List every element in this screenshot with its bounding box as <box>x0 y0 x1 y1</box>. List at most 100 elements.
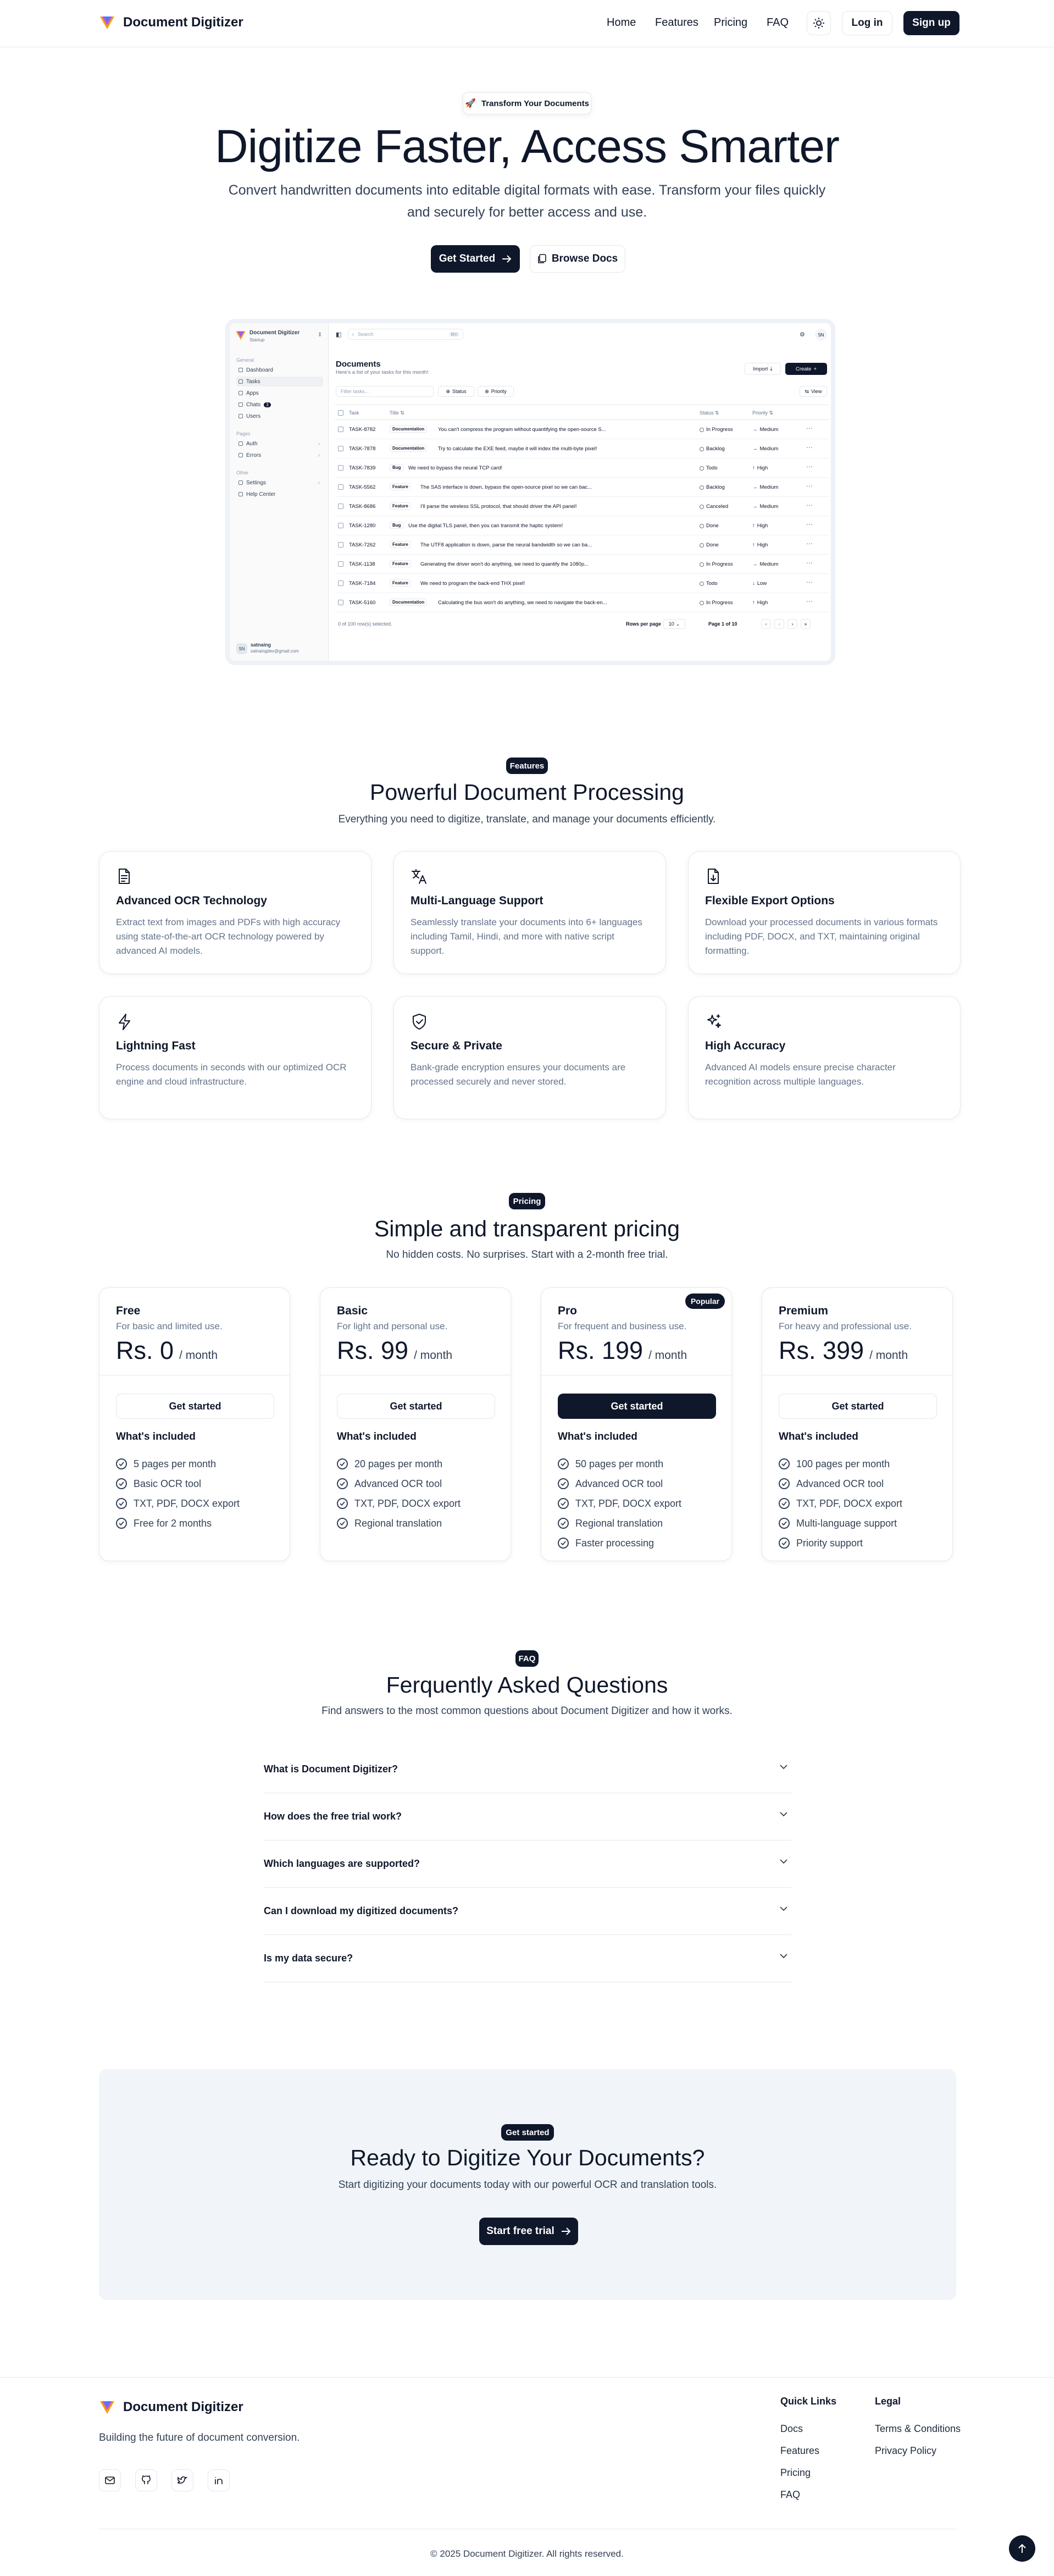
sidebar-item-errors[interactable]: Errors › <box>236 450 323 460</box>
column-task[interactable]: Task <box>349 410 359 416</box>
logo-icon <box>100 2401 114 2414</box>
user-avatar[interactable]: SN <box>236 643 247 654</box>
status-filter-button[interactable]: ⊕ Status <box>438 386 474 397</box>
next-page-button[interactable]: › <box>787 619 797 629</box>
theme-toggle-button[interactable] <box>807 11 831 35</box>
priority-filter-button[interactable]: ⊕ Priority <box>478 386 514 397</box>
sidebar-item-help-center[interactable]: Help Center <box>236 489 323 499</box>
signup-button[interactable]: Sign up <box>903 11 959 35</box>
column-status[interactable]: Status ⇅ <box>700 410 719 416</box>
table-row[interactable]: TASK-5562 Feature The SAS interface is dow… <box>335 478 829 497</box>
sidebar-item-users[interactable]: Users <box>236 411 323 421</box>
sidebar-item-auth[interactable]: Auth › <box>236 439 323 449</box>
import-button[interactable]: Import ⤓ <box>745 363 781 375</box>
row-actions-icon[interactable]: ⋯ <box>806 424 813 432</box>
table-row[interactable]: TASK-7262 Feature The UTF8 application is … <box>335 535 829 555</box>
row-actions-icon[interactable]: ⋯ <box>806 501 813 509</box>
github-icon[interactable] <box>135 2469 157 2491</box>
cta-badge: Get started <box>501 2124 554 2141</box>
footer-link-features[interactable]: Features <box>780 2445 819 2457</box>
login-button[interactable]: Log in <box>842 11 892 35</box>
footer-brand[interactable]: Document Digitizer <box>99 2399 243 2415</box>
faq-item[interactable]: Is my data secure? <box>264 1935 791 1982</box>
rows-per-page-select[interactable]: 10 ⌄ <box>663 619 685 629</box>
faq-item[interactable]: Can I download my digitized documents? <box>264 1888 791 1935</box>
row-actions-icon[interactable]: ⋯ <box>806 444 813 451</box>
column-title[interactable]: Title ⇅ <box>390 410 404 416</box>
row-checkbox[interactable] <box>338 542 343 548</box>
row-checkbox[interactable] <box>338 465 343 471</box>
first-page-button[interactable]: « <box>761 619 771 629</box>
start-free-trial-button[interactable]: Start free trial <box>479 2218 578 2245</box>
footer-link-terms[interactable]: Terms & Conditions <box>875 2423 961 2435</box>
sidebar-item-apps[interactable]: Apps <box>236 388 323 398</box>
preview-avatar[interactable]: SN <box>815 329 827 341</box>
task-priority-label: Medium <box>759 484 779 490</box>
preview-search-input[interactable]: ⌕ Search ⌘K <box>348 329 463 340</box>
create-button[interactable]: Create + <box>785 363 827 375</box>
row-checkbox[interactable] <box>338 561 343 567</box>
row-checkbox[interactable] <box>338 600 343 605</box>
row-actions-icon[interactable]: ⋯ <box>806 521 813 528</box>
mail-icon[interactable] <box>99 2469 121 2491</box>
plan-get-started-button[interactable]: Get started <box>116 1394 274 1419</box>
sidebar-item-tasks[interactable]: Tasks <box>236 377 323 386</box>
row-actions-icon[interactable]: ⋯ <box>806 559 813 567</box>
footer-link-pricing[interactable]: Pricing <box>780 2467 811 2479</box>
filter-tasks-input[interactable]: Filter tasks... <box>336 386 434 397</box>
sidebar-item-chats[interactable]: Chats 3 <box>236 400 323 410</box>
brand-logo[interactable]: Document Digitizer <box>99 14 243 31</box>
table-row[interactable]: TASK-8686 Feature I'll parse the wireless … <box>335 497 829 516</box>
row-checkbox[interactable] <box>338 523 343 528</box>
row-checkbox[interactable] <box>338 427 343 432</box>
plan-get-started-button[interactable]: Get started <box>337 1394 495 1419</box>
task-status-label: Canceled <box>706 504 729 510</box>
faq-item[interactable]: What is Document Digitizer? <box>264 1746 791 1793</box>
nav-home[interactable]: Home <box>607 16 636 29</box>
footer-link-faq[interactable]: FAQ <box>780 2489 800 2501</box>
view-options-button[interactable]: ⇆ View <box>800 386 827 397</box>
row-checkbox[interactable] <box>338 446 343 451</box>
table-row[interactable]: TASK-8782 Documentation You can't compress… <box>335 420 829 439</box>
table-row[interactable]: TASK-5160 Documentation Calculating the bu… <box>335 593 829 612</box>
sidebar-toggle-icon[interactable]: ◧ <box>336 331 341 338</box>
table-row[interactable]: TASK-7878 Documentation Try to calculate t… <box>335 439 829 458</box>
table-row[interactable]: TASK-1138 Feature Generating the driver wo… <box>335 555 829 574</box>
scroll-to-top-button[interactable] <box>1009 2535 1035 2562</box>
column-priority[interactable]: Priority ⇅ <box>752 410 773 416</box>
select-all-checkbox[interactable] <box>338 410 343 416</box>
user-email: satnaingdev@gmail.com <box>251 649 299 654</box>
row-actions-icon[interactable]: ⋯ <box>806 463 813 471</box>
browse-docs-button[interactable]: Browse Docs <box>530 245 625 273</box>
row-actions-icon[interactable]: ⋯ <box>806 540 813 548</box>
row-actions-icon[interactable]: ⋯ <box>806 598 813 605</box>
row-checkbox[interactable] <box>338 581 343 586</box>
faq-item[interactable]: How does the free trial work? <box>264 1793 791 1840</box>
table-row[interactable]: TASK-7839 Bug We need to bypass the neural… <box>335 458 829 478</box>
plan-get-started-button[interactable]: Get started <box>558 1394 716 1419</box>
faq-item[interactable]: Which languages are supported? <box>264 1840 791 1888</box>
twitter-icon[interactable] <box>171 2469 193 2491</box>
check-circle-icon <box>779 1538 790 1549</box>
nav-pricing[interactable]: Pricing <box>714 16 747 29</box>
linkedin-icon[interactable] <box>208 2469 230 2491</box>
row-checkbox[interactable] <box>338 484 343 490</box>
sidebar-item-settings[interactable]: Settings › <box>236 478 323 488</box>
prev-page-button[interactable]: ‹ <box>774 619 784 629</box>
team-switcher-icon[interactable]: ⇕ <box>318 332 322 338</box>
plan-get-started-button[interactable]: Get started <box>779 1394 937 1419</box>
footer-link-docs[interactable]: Docs <box>780 2423 803 2435</box>
get-started-button[interactable]: Get Started <box>431 245 520 273</box>
table-row[interactable]: TASK-7184 Feature We need to program the b… <box>335 574 829 593</box>
sidebar-item-dashboard[interactable]: Dashboard <box>236 365 323 375</box>
footer-link-privacy[interactable]: Privacy Policy <box>875 2445 936 2457</box>
nav-faq[interactable]: FAQ <box>767 16 789 29</box>
nav-features[interactable]: Features <box>655 16 698 29</box>
row-actions-icon[interactable]: ⋯ <box>806 482 813 490</box>
row-checkbox[interactable] <box>338 504 343 509</box>
settings-gear-icon[interactable]: ⚙ <box>800 331 805 338</box>
last-page-button[interactable]: » <box>801 619 811 629</box>
whats-included-label: What's included <box>558 1431 637 1442</box>
table-row[interactable]: TASK-1280 Bug Use the digital TLS panel, t… <box>335 516 829 535</box>
row-actions-icon[interactable]: ⋯ <box>806 578 813 586</box>
